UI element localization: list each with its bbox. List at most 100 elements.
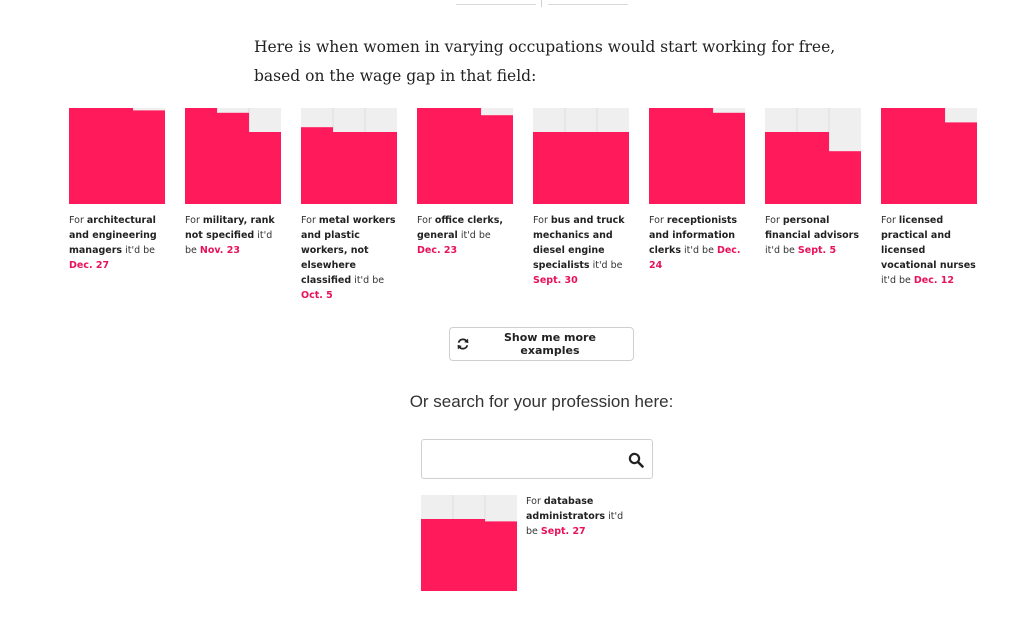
calendar-tile xyxy=(185,108,281,204)
month-block xyxy=(565,180,597,204)
month-block xyxy=(301,127,333,132)
month-block xyxy=(765,156,797,180)
month-block xyxy=(881,180,913,204)
month-block xyxy=(365,132,397,156)
month-block xyxy=(249,132,281,156)
month-block xyxy=(365,180,397,204)
month-block xyxy=(453,567,485,591)
month-block xyxy=(765,132,797,156)
month-block xyxy=(681,156,713,180)
calendar-tile xyxy=(881,108,977,204)
caption-prefix: For xyxy=(533,215,551,226)
occupation-caption: For receptionists and information clerks… xyxy=(649,213,747,273)
occupation-card: For military, rank not specified it'd be… xyxy=(185,108,283,258)
result-calendar-tile xyxy=(421,495,517,591)
month-block xyxy=(649,156,681,180)
tab-divider xyxy=(541,0,542,7)
month-block xyxy=(449,180,481,204)
months-worked-graphic xyxy=(69,108,165,204)
month-block xyxy=(913,108,945,132)
month-block xyxy=(217,180,249,204)
month-block xyxy=(485,543,517,567)
calendar-tile xyxy=(69,108,165,204)
show-more-label: Show me more examples xyxy=(503,331,596,357)
caption-prefix: For xyxy=(881,215,899,226)
month-block xyxy=(453,519,485,543)
intro-text: Here is when women in varying occupation… xyxy=(254,38,836,85)
month-block xyxy=(649,132,681,156)
occupation-caption: For architectural and engineering manage… xyxy=(69,213,167,273)
month-block xyxy=(565,156,597,180)
month-block xyxy=(481,180,513,204)
free-work-date: Nov. 23 xyxy=(199,245,240,256)
caption-mid: it'd be xyxy=(765,245,798,256)
tab-underline-left xyxy=(456,4,536,5)
free-work-date: Dec. 27 xyxy=(69,260,110,271)
caption-prefix: For xyxy=(765,215,783,226)
month-block xyxy=(185,132,217,156)
caption-mid: it'd be xyxy=(122,245,155,256)
free-work-date: Sept. 5 xyxy=(797,245,837,256)
months-worked-graphic xyxy=(185,108,281,204)
month-block xyxy=(881,132,913,156)
month-block xyxy=(797,180,829,204)
caption-mid: it'd be xyxy=(589,260,623,271)
occupation-caption: For personal financial advisors it'd be … xyxy=(765,213,863,258)
months-worked-graphic xyxy=(881,108,977,204)
occupation-card: For office clerks, general it'd be Dec. … xyxy=(417,108,515,258)
occupation-card: For architectural and engineering manage… xyxy=(69,108,167,273)
free-work-date: Sept. 30 xyxy=(533,275,578,286)
search-heading: Or search for your profession here: xyxy=(409,392,674,411)
month-block xyxy=(249,180,281,204)
month-block xyxy=(681,180,713,204)
occupation-grid: For architectural and engineering manage… xyxy=(69,108,989,308)
month-block xyxy=(881,156,913,180)
month-block xyxy=(69,108,101,132)
month-block xyxy=(597,156,629,180)
month-block xyxy=(417,132,449,156)
months-worked-graphic xyxy=(533,108,629,204)
month-block xyxy=(829,156,861,180)
month-block xyxy=(217,132,249,156)
month-block xyxy=(481,132,513,156)
caption-mid: it'd be xyxy=(457,230,491,241)
caption-prefix: For xyxy=(649,215,667,226)
month-block xyxy=(101,108,133,132)
month-block xyxy=(597,180,629,204)
result-date: Sept. 27 xyxy=(540,526,586,537)
month-block xyxy=(681,108,713,132)
month-block xyxy=(713,132,745,156)
month-block xyxy=(301,132,333,156)
calendar-tile xyxy=(417,108,513,204)
month-block xyxy=(597,132,629,156)
month-block xyxy=(301,180,333,204)
search-icon[interactable] xyxy=(628,452,644,468)
occupation-card: For bus and truck mechanics and diesel e… xyxy=(533,108,631,288)
months-worked-graphic xyxy=(765,108,861,204)
month-block xyxy=(101,132,133,156)
occupation-card: For licensed practical and licensed voca… xyxy=(881,108,979,288)
calendar-tile xyxy=(533,108,629,204)
caption-mid: it'd be xyxy=(681,245,717,256)
month-block xyxy=(449,132,481,156)
calendar-tile xyxy=(649,108,745,204)
profession-search-input[interactable] xyxy=(422,440,638,478)
month-block xyxy=(533,180,565,204)
month-block xyxy=(913,132,945,156)
month-block xyxy=(421,567,453,591)
month-block xyxy=(453,543,485,567)
month-block xyxy=(565,132,597,156)
show-more-examples-button[interactable]: Show me more examples xyxy=(449,327,634,361)
month-block xyxy=(417,108,449,132)
months-worked-graphic xyxy=(421,495,517,591)
month-block xyxy=(217,112,249,132)
caption-mid: it'd be xyxy=(351,275,385,286)
month-block xyxy=(649,180,681,204)
month-block xyxy=(797,156,829,180)
month-block xyxy=(449,108,481,132)
month-block xyxy=(417,180,449,204)
month-block xyxy=(249,156,281,180)
month-block xyxy=(301,156,333,180)
months-worked-graphic xyxy=(417,108,513,204)
month-block xyxy=(133,132,165,156)
